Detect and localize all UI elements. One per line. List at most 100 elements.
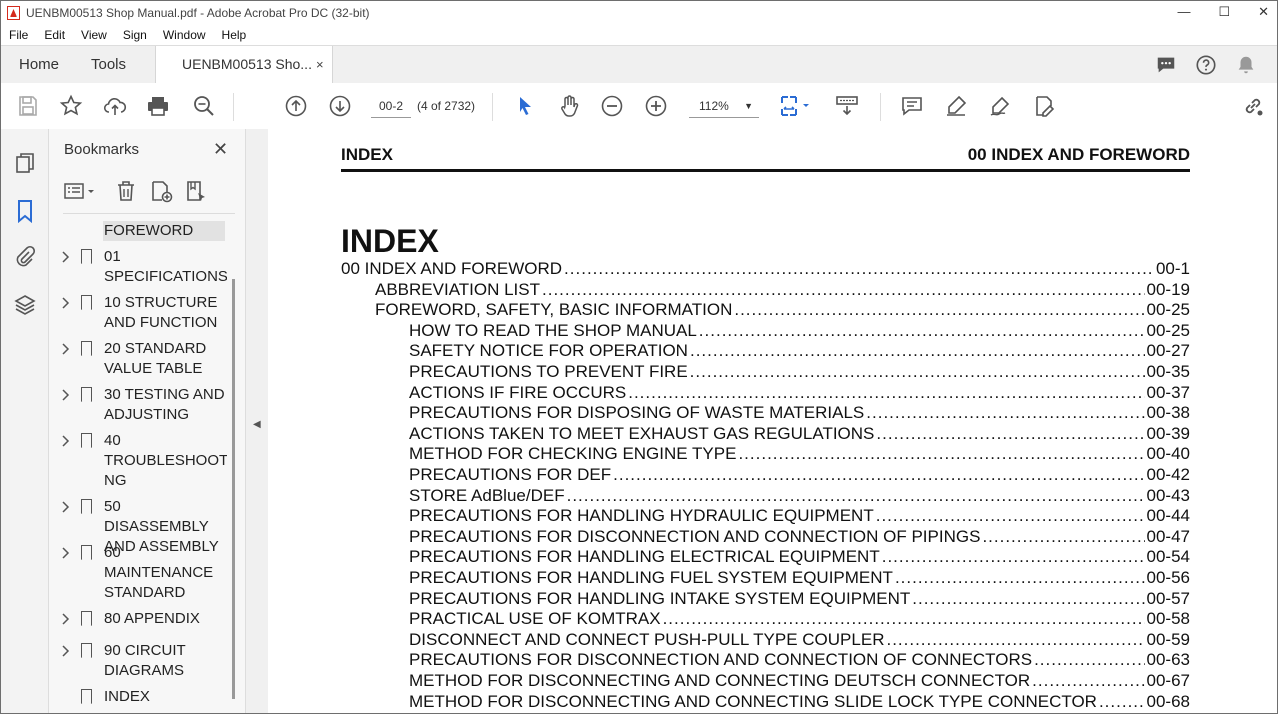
tab-close-icon[interactable]: × bbox=[316, 46, 324, 83]
page-thumbnails-icon[interactable] bbox=[13, 151, 37, 175]
tab-document[interactable]: UENBM00513 Sho... × bbox=[155, 46, 333, 84]
next-page-icon[interactable] bbox=[328, 94, 352, 118]
toc-entry-label: PRECAUTIONS FOR DISCONNECTION AND CONNEC… bbox=[409, 526, 981, 546]
toc-entry[interactable]: DISCONNECT AND CONNECT PUSH-PULL TYPE CO… bbox=[341, 630, 1190, 650]
menu-sign[interactable]: Sign bbox=[115, 25, 155, 45]
bookmark-star-icon[interactable] bbox=[59, 94, 83, 118]
toc-entry[interactable]: PRECAUTIONS FOR HANDLING FUEL SYSTEM EQU… bbox=[341, 568, 1190, 588]
toc-entry-page: 00-58 bbox=[1146, 609, 1190, 629]
chevron-right-icon[interactable] bbox=[61, 339, 71, 359]
toc-entry[interactable]: METHOD FOR CHECKING ENGINE TYPE 00-40 bbox=[341, 444, 1190, 464]
toc-entry[interactable]: STORE AdBlue/DEF 00-43 bbox=[341, 486, 1190, 506]
chevron-right-icon[interactable] bbox=[61, 385, 71, 405]
toc-dot-leader bbox=[886, 630, 1144, 650]
share-link-icon[interactable] bbox=[1241, 94, 1265, 118]
attachments-paperclip-icon[interactable] bbox=[13, 245, 37, 269]
toc-entry[interactable]: PRACTICAL USE OF KOMTRAX 00-58 bbox=[341, 609, 1190, 629]
bookmark-label: 90 CIRCUIT DIAGRAMS bbox=[104, 642, 186, 679]
search-zoom-icon[interactable] bbox=[192, 94, 216, 118]
layers-icon[interactable] bbox=[13, 293, 37, 317]
bookmark-icon bbox=[81, 433, 92, 448]
menu-edit[interactable]: Edit bbox=[36, 25, 73, 45]
toc-entry[interactable]: PRECAUTIONS FOR DISCONNECTION AND CONNEC… bbox=[341, 650, 1190, 670]
new-bookmark-icon[interactable] bbox=[149, 179, 173, 203]
toc-entry[interactable]: PRECAUTIONS FOR DISCONNECTION AND CONNEC… bbox=[341, 527, 1190, 547]
close-panel-icon[interactable]: ✕ bbox=[213, 139, 228, 160]
print-icon[interactable] bbox=[146, 94, 170, 118]
toc-entry[interactable]: PRECAUTIONS FOR HANDLING HYDRAULIC EQUIP… bbox=[341, 506, 1190, 526]
fit-page-icon[interactable] bbox=[779, 94, 815, 118]
scroll-mode-icon[interactable] bbox=[835, 94, 859, 118]
previous-page-icon[interactable] bbox=[284, 94, 308, 118]
collapse-panel-icon[interactable]: ◀ bbox=[253, 419, 261, 430]
bookmarks-toolbar bbox=[63, 179, 233, 205]
chevron-right-icon[interactable] bbox=[61, 431, 71, 451]
save-icon[interactable] bbox=[16, 94, 40, 118]
scrollbar-thumb[interactable] bbox=[232, 279, 235, 699]
toc-entry-page: 00-47 bbox=[1146, 526, 1190, 546]
comment-bubble-icon[interactable] bbox=[1155, 54, 1177, 76]
toc-entry[interactable]: PRECAUTIONS FOR DISPOSING OF WASTE MATER… bbox=[341, 403, 1190, 423]
chevron-right-icon[interactable] bbox=[61, 247, 71, 267]
menu-help[interactable]: Help bbox=[214, 25, 255, 45]
toc-dot-leader bbox=[690, 362, 1145, 382]
page-header-left: INDEX bbox=[341, 145, 393, 164]
bookmark-properties-icon[interactable] bbox=[184, 179, 208, 203]
zoom-in-icon[interactable] bbox=[644, 94, 668, 118]
toc-entry-label: 00 INDEX AND FOREWORD bbox=[341, 259, 563, 278]
chevron-right-icon[interactable] bbox=[61, 641, 71, 661]
close-window-button[interactable]: ✕ bbox=[1258, 4, 1269, 20]
bookmarks-scrollbar[interactable] bbox=[231, 221, 236, 713]
menu-view[interactable]: View bbox=[73, 25, 115, 45]
panel-splitter[interactable]: ◀ bbox=[245, 129, 269, 713]
toc-entry[interactable]: ACTIONS TAKEN TO MEET EXHAUST GAS REGULA… bbox=[341, 424, 1190, 444]
menu-window[interactable]: Window bbox=[155, 25, 214, 45]
tab-tools[interactable]: Tools bbox=[91, 46, 126, 83]
help-icon[interactable] bbox=[1195, 54, 1217, 76]
highlight-pen-icon[interactable] bbox=[944, 94, 968, 118]
chevron-right-icon[interactable] bbox=[61, 609, 71, 629]
chevron-right-icon[interactable] bbox=[61, 497, 71, 517]
toc-entry[interactable]: SAFETY NOTICE FOR OPERATION 00-27 bbox=[341, 341, 1190, 361]
document-view[interactable]: INDEX 00 INDEX AND FOREWORD INDEX 00 IND… bbox=[268, 129, 1277, 713]
hand-tool-icon[interactable] bbox=[557, 94, 581, 118]
add-comment-icon[interactable] bbox=[900, 94, 924, 118]
toc-entry[interactable]: ACTIONS IF FIRE OCCURS 00-37 bbox=[341, 383, 1190, 403]
toc-entry[interactable]: 00 INDEX AND FOREWORD 00-1 bbox=[341, 259, 1190, 279]
delete-bookmark-icon[interactable] bbox=[114, 179, 138, 203]
bookmarks-panel-title: Bookmarks bbox=[64, 141, 140, 158]
toc-entry[interactable]: PRECAUTIONS TO PREVENT FIRE 00-35 bbox=[341, 362, 1190, 382]
bookmark-icon bbox=[81, 643, 92, 658]
toc-entry-page: 00-37 bbox=[1146, 382, 1190, 402]
menu-file[interactable]: File bbox=[1, 25, 36, 45]
toc-entry[interactable]: PRECAUTIONS FOR HANDLING INTAKE SYSTEM E… bbox=[341, 589, 1190, 609]
chevron-right-icon[interactable] bbox=[61, 293, 71, 313]
toc-entry[interactable]: PRECAUTIONS FOR DEF 00-42 bbox=[341, 465, 1190, 485]
toc-entry[interactable]: ABBREVIATION LIST 00-19 bbox=[341, 280, 1190, 300]
notification-bell-icon[interactable] bbox=[1235, 54, 1257, 76]
toc-entry-page: 00-44 bbox=[1146, 506, 1190, 526]
select-cursor-icon[interactable] bbox=[513, 94, 537, 118]
edit-pdf-icon[interactable] bbox=[1032, 94, 1056, 118]
zoom-out-icon[interactable] bbox=[600, 94, 624, 118]
toc-entry[interactable]: HOW TO READ THE SHOP MANUAL 00-25 bbox=[341, 321, 1190, 341]
bookmark-options-icon[interactable] bbox=[63, 179, 99, 203]
toc-entry[interactable]: FOREWORD, SAFETY, BASIC INFORMATION 00-25 bbox=[341, 300, 1190, 320]
tab-home[interactable]: Home bbox=[19, 46, 59, 83]
toc-entry-page: 00-39 bbox=[1146, 423, 1190, 443]
toc-dot-leader bbox=[982, 527, 1144, 547]
page-number-input[interactable]: 00-2 bbox=[371, 95, 411, 118]
zoom-level-select[interactable]: 112% ▼ bbox=[689, 95, 759, 118]
share-upload-icon[interactable] bbox=[103, 94, 127, 118]
draw-signature-icon[interactable] bbox=[988, 94, 1012, 118]
toc-entry[interactable]: PRECAUTIONS FOR HANDLING ELECTRICAL EQUI… bbox=[341, 547, 1190, 567]
maximize-button[interactable]: ☐ bbox=[1218, 4, 1230, 20]
toc-entry-label: METHOD FOR CHECKING ENGINE TYPE bbox=[409, 444, 737, 464]
chevron-right-icon[interactable] bbox=[61, 543, 71, 563]
toolbar-divider bbox=[880, 93, 881, 121]
toc-entry[interactable]: METHOD FOR DISCONNECTING AND CONNECTING … bbox=[341, 692, 1190, 712]
bookmark-icon bbox=[81, 611, 92, 626]
bookmarks-panel-icon[interactable] bbox=[13, 199, 37, 224]
toc-entry[interactable]: METHOD FOR DISCONNECTING AND CONNECTING … bbox=[341, 671, 1190, 691]
minimize-button[interactable]: — bbox=[1177, 4, 1190, 20]
